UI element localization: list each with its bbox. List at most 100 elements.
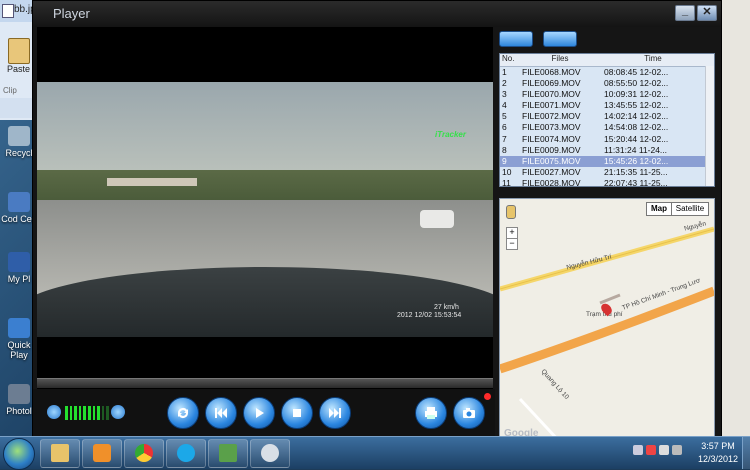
- map-type-map-button[interactable]: Map: [646, 202, 672, 216]
- list-item[interactable]: 2 FILE0069.MOV 08:55:50 12-02...: [500, 78, 714, 90]
- file-list[interactable]: No. Files Time 1 FILE0068.MOV 08:08:45 12-…: [499, 53, 715, 187]
- row-no: 10: [502, 166, 512, 177]
- row-file: FILE0070.MOV: [522, 89, 581, 100]
- minimize-icon: _: [681, 5, 689, 17]
- row-no: 11: [502, 177, 511, 187]
- suv-vehicle: [420, 210, 454, 228]
- list-item-selected[interactable]: 9 FILE0075.MOV 15:45:26 12-02...: [500, 155, 714, 167]
- repeat-button[interactable]: [167, 397, 199, 429]
- street-view-pegman-icon[interactable]: [506, 205, 516, 219]
- volume-icon[interactable]: [672, 445, 682, 455]
- list-item[interactable]: 7 FILE0074.MOV 15:20:44 12-02...: [500, 133, 714, 145]
- volume-bar-segment: [87, 406, 91, 420]
- taskbar-app-media-player[interactable]: [82, 439, 122, 468]
- map-type-satellite-button[interactable]: Satellite: [671, 202, 709, 216]
- list-item[interactable]: 4 FILE0071.MOV 13:45:55 12-02...: [500, 100, 714, 112]
- player-app-icon: [219, 444, 237, 462]
- paste-label[interactable]: Paste: [7, 64, 30, 74]
- signal-icon[interactable]: [659, 445, 669, 455]
- row-file: FILE0068.MOV: [522, 67, 581, 77]
- row-time: 14:02:14 12-02...: [604, 111, 669, 122]
- row-file: FILE0073.MOV: [522, 122, 581, 133]
- taskbar-app-chrome[interactable]: [124, 439, 164, 468]
- clock-time: 3:57 PM: [701, 441, 735, 451]
- list-item[interactable]: 6 FILE0073.MOV 14:54:08 12-02...: [500, 122, 714, 134]
- play-icon: [256, 408, 264, 418]
- taskbar-app-skype[interactable]: [166, 439, 206, 468]
- print-button[interactable]: [415, 397, 447, 429]
- volume-bar-segment: [78, 406, 82, 420]
- stop-icon: [293, 409, 301, 417]
- next-button[interactable]: [319, 397, 351, 429]
- row-time: 10:09:31 12-02...: [604, 89, 669, 100]
- media-player-icon: [93, 444, 111, 462]
- column-header-time[interactable]: Time: [600, 54, 706, 66]
- open-folder-button[interactable]: [499, 31, 533, 47]
- show-desktop-button[interactable]: [742, 437, 750, 469]
- row-no: 4: [502, 100, 507, 111]
- list-item[interactable]: 10 FILE0027.MOV 21:15:35 11-25...: [500, 166, 714, 178]
- map-roads: [500, 226, 714, 442]
- row-file: FILE0072.MOV: [522, 111, 581, 122]
- network-icon[interactable]: [646, 445, 656, 455]
- column-header-files[interactable]: Files: [520, 54, 600, 66]
- volume-up-button[interactable]: [111, 405, 125, 419]
- volume-bar-segment: [101, 406, 105, 420]
- start-button[interactable]: [3, 438, 35, 470]
- volume-down-button[interactable]: [47, 405, 61, 419]
- list-item[interactable]: 1 FILE0068.MOV 08:08:45 12-02...: [500, 67, 714, 79]
- video-viewport[interactable]: iTracker 27 km/h 2012 12/02 15:53:54: [37, 27, 493, 389]
- row-time: 08:08:45 12-02...: [604, 67, 669, 77]
- delete-file-button[interactable]: [543, 31, 577, 47]
- volume-bar-segment: [106, 406, 109, 420]
- taskbar-app-paint[interactable]: [250, 439, 290, 468]
- taskbar-app-explorer[interactable]: [40, 439, 80, 468]
- system-tray: [633, 445, 693, 459]
- taskbar-app-player[interactable]: [208, 439, 248, 468]
- recording-indicator: [484, 393, 491, 400]
- row-file: FILE0074.MOV: [522, 133, 581, 144]
- right-panel: No. Files Time 1 FILE0068.MOV 08:08:45 12-…: [495, 27, 719, 443]
- list-item[interactable]: 11 FILE0028.MOV 22:07:43 11-25...: [500, 177, 714, 187]
- brand-watermark: iTracker: [435, 130, 466, 139]
- desktop-icon-label: My Pl: [7, 274, 31, 284]
- list-item[interactable]: 3 FILE0070.MOV 10:09:31 12-02...: [500, 89, 714, 101]
- snapshot-button[interactable]: [453, 397, 485, 429]
- volume-level-bar[interactable]: [65, 406, 109, 420]
- desktop-icon-label: Recycl: [5, 148, 33, 158]
- close-button[interactable]: ✕: [697, 5, 717, 21]
- row-no: 5: [502, 111, 507, 122]
- desktop-icon-label: Quick Play: [7, 340, 31, 360]
- video-frame: iTracker 27 km/h 2012 12/02 15:53:54: [37, 82, 493, 337]
- playback-controls: [33, 389, 495, 441]
- seek-bar[interactable]: [37, 378, 493, 388]
- printer-icon: [425, 407, 437, 419]
- list-item[interactable]: 5 FILE0072.MOV 14:02:14 12-02...: [500, 111, 714, 123]
- row-file: FILE0069.MOV: [522, 78, 581, 89]
- file-toolbar: [495, 27, 719, 51]
- row-file: FILE0075.MOV: [522, 155, 581, 166]
- flag-icon[interactable]: [633, 445, 643, 455]
- column-header-no[interactable]: No.: [500, 54, 520, 66]
- repeat-icon: [178, 408, 188, 418]
- window-title: Player: [53, 6, 90, 21]
- stop-button[interactable]: [281, 397, 313, 429]
- previous-button[interactable]: [205, 397, 237, 429]
- row-time: 13:45:55 12-02...: [604, 100, 669, 111]
- taskbar-clock[interactable]: 3:57 PM 12/3/2012: [694, 440, 742, 466]
- skype-icon: [177, 444, 195, 462]
- my-player-icon: [8, 252, 30, 272]
- row-time: 15:45:26 12-02...: [604, 155, 669, 166]
- minimize-button[interactable]: _: [675, 5, 695, 21]
- play-button[interactable]: [243, 397, 275, 429]
- list-item[interactable]: 8 FILE0009.MOV 11:31:24 11-24...: [500, 144, 714, 156]
- map-view[interactable]: + − Map Satellite Nguyễn Hữu Trí Nguyễn …: [499, 198, 715, 443]
- titlebar[interactable]: Player _ ✕: [33, 1, 721, 27]
- file-list-header: No. Files Time: [500, 54, 714, 67]
- row-no: 3: [502, 89, 507, 100]
- file-list-scrollbar[interactable]: [705, 66, 714, 186]
- recycle-bin-icon: [8, 126, 30, 146]
- paste-icon[interactable]: [8, 38, 30, 64]
- treeline: [37, 170, 493, 204]
- zoom-out-button[interactable]: −: [506, 238, 518, 250]
